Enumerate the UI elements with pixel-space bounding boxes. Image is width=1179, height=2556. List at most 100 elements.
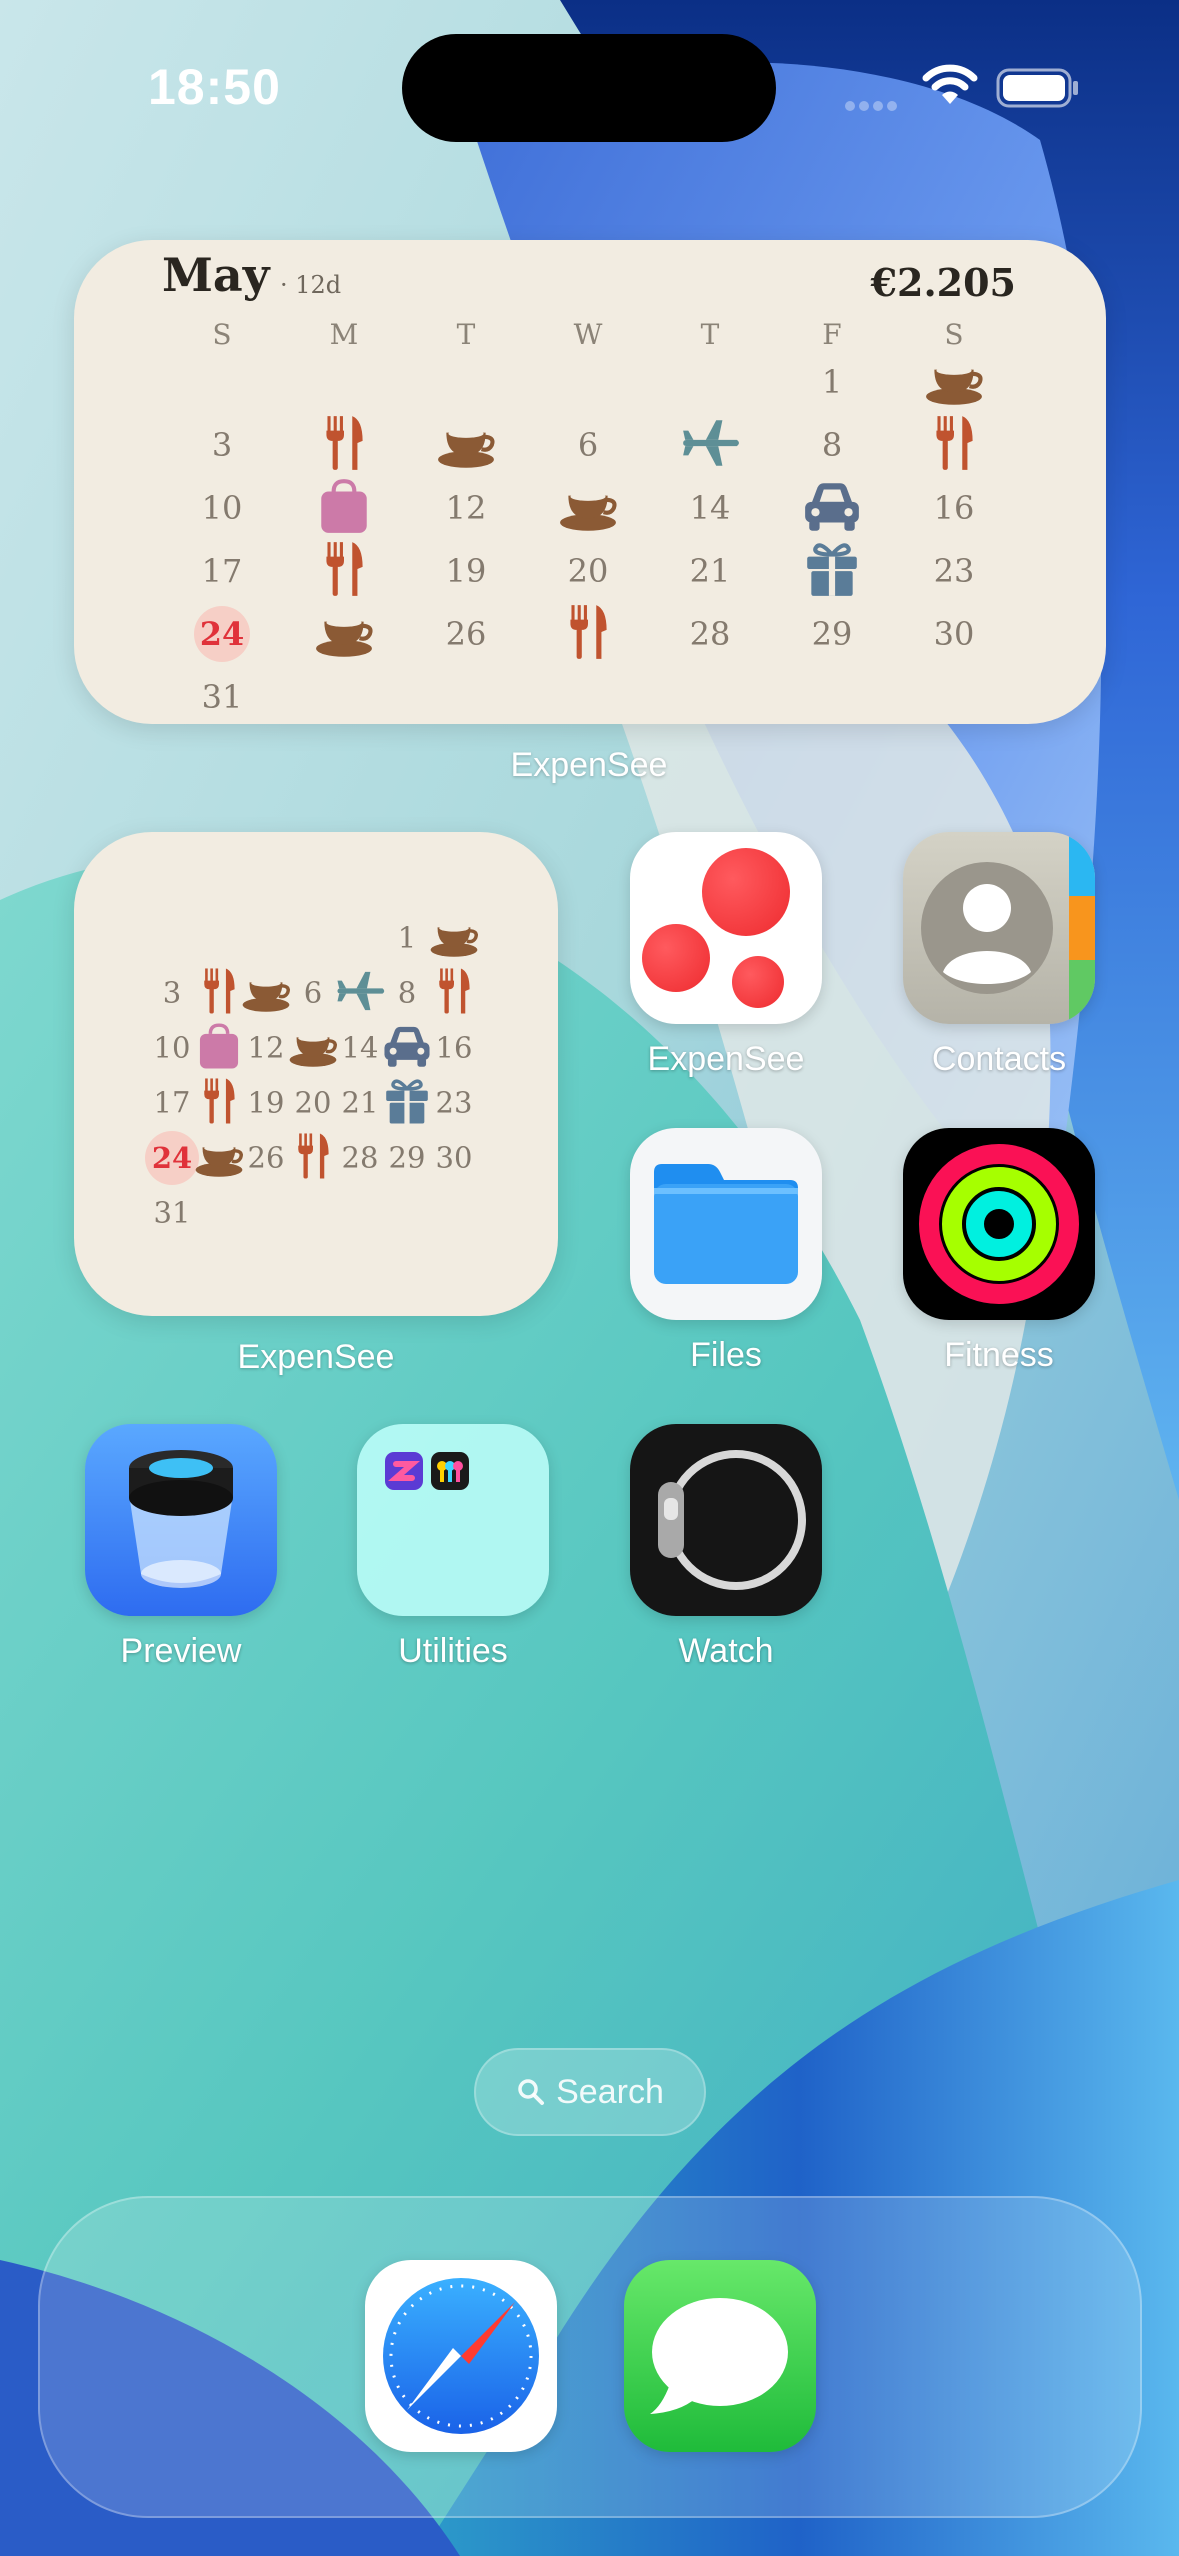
contacts-icon xyxy=(921,832,1095,1024)
calendar-day: 28 xyxy=(341,1140,379,1175)
app-label-utilities: Utilities xyxy=(398,1632,508,1670)
calendar-day: 30 xyxy=(435,1140,473,1175)
watch-icon xyxy=(658,1450,806,1590)
calendar-day: 29 xyxy=(388,1140,426,1175)
calendar-day: 20 xyxy=(567,552,609,590)
app-label-fitness: Fitness xyxy=(944,1336,1054,1374)
dynamic-island xyxy=(402,34,776,142)
calendar-day: 8 xyxy=(397,975,417,1010)
expensee-calendar-widget-small[interactable]: 1 3 6 8 10 12 14 16 17 19 20 21 23 24 26 28 29 30 31 xyxy=(74,832,558,1316)
loupe-icon xyxy=(129,1450,233,1588)
search-button[interactable]: Search xyxy=(474,2048,706,2136)
weekday-header: M xyxy=(329,318,359,351)
car-icon xyxy=(801,475,863,541)
calendar-day: 6 xyxy=(577,426,599,464)
folder-utilities[interactable] xyxy=(357,1424,549,1616)
folder-icon xyxy=(654,1164,798,1284)
coffee-icon xyxy=(923,349,985,415)
weekday-header: W xyxy=(573,318,603,351)
calendar-day: 1 xyxy=(821,363,843,401)
weekday-header: F xyxy=(822,318,842,351)
calendar-day: 26 xyxy=(247,1140,285,1175)
gift-icon xyxy=(381,1075,433,1131)
calendar-day: 10 xyxy=(201,489,243,527)
app-fitness[interactable] xyxy=(903,1128,1095,1320)
calendar-day: 30 xyxy=(933,615,975,653)
calendar-day: 8 xyxy=(821,426,843,464)
cellular-signal-icon xyxy=(845,96,901,115)
message-bubble-icon xyxy=(650,2298,788,2414)
widget-days-count: · 12d xyxy=(280,271,342,299)
weekday-header: T xyxy=(700,318,720,351)
expensee-calendar-widget-large[interactable]: May · 12d €2.205 S M T W T F S 1 3 6 8 10 12 14 16 17 19… xyxy=(74,240,1106,724)
calendar-day: 6 xyxy=(303,975,323,1010)
app-expensee[interactable] xyxy=(630,832,822,1024)
calendar-day: 17 xyxy=(153,1085,191,1120)
calendar-day: 28 xyxy=(689,615,731,653)
app-label-preview: Preview xyxy=(120,1632,242,1670)
widget-label-small: ExpenSee xyxy=(237,1338,395,1376)
calendar-day: 21 xyxy=(689,552,731,590)
coffee-icon xyxy=(428,910,480,966)
widget-total-amount: €2.205 xyxy=(870,260,1016,305)
gift-icon xyxy=(801,538,863,604)
weekday-header: S xyxy=(944,318,964,351)
app-watch[interactable] xyxy=(630,1424,822,1616)
app-contacts[interactable] xyxy=(903,832,1095,1024)
airplane-icon xyxy=(679,412,741,478)
widget-label-large: ExpenSee xyxy=(510,746,668,784)
calendar-day: 3 xyxy=(211,426,233,464)
airplane-icon xyxy=(334,965,386,1021)
calendar-day: 31 xyxy=(153,1195,191,1230)
coffee-icon xyxy=(557,475,619,541)
expensee-icon xyxy=(642,848,790,1008)
search-icon xyxy=(518,2079,545,2105)
calendar-day: 23 xyxy=(435,1085,473,1120)
fork-knife-icon xyxy=(557,601,619,667)
calendar-day: 19 xyxy=(247,1085,285,1120)
coffee-icon xyxy=(287,1020,339,1076)
calendar-day: 29 xyxy=(811,615,853,653)
coffee-icon xyxy=(240,965,292,1021)
status-time: 18:50 xyxy=(148,59,281,115)
calendar-day: 26 xyxy=(445,615,487,653)
widget-month-title: May xyxy=(162,248,270,302)
fork-knife-icon xyxy=(313,412,375,478)
calendar-day: 21 xyxy=(341,1085,379,1120)
app-label-expensee: ExpenSee xyxy=(647,1040,805,1078)
utilities-folder-icon xyxy=(385,1452,469,1490)
calendar-day-today: 24 xyxy=(145,1131,199,1185)
calendar-day: 10 xyxy=(153,1030,191,1065)
fork-knife-icon xyxy=(313,538,375,604)
calendar-day: 31 xyxy=(201,678,243,716)
battery-icon xyxy=(996,68,1082,112)
app-label-files: Files xyxy=(690,1336,762,1374)
calendar-day: 3 xyxy=(162,975,182,1010)
bag-icon xyxy=(313,475,375,541)
calendar-day: 12 xyxy=(445,489,487,527)
compass-icon xyxy=(383,2278,539,2434)
fork-knife-icon xyxy=(193,1075,245,1131)
calendar-day-today: 24 xyxy=(194,606,250,662)
bag-icon xyxy=(193,1020,245,1076)
activity-rings-icon xyxy=(919,1144,1079,1304)
app-files[interactable] xyxy=(630,1128,822,1320)
app-label-watch: Watch xyxy=(678,1632,774,1670)
calendar-day: 20 xyxy=(294,1085,332,1120)
calendar-day: 19 xyxy=(445,552,487,590)
dock-app-messages[interactable] xyxy=(624,2260,816,2452)
dock xyxy=(38,2196,1142,2518)
wifi-icon xyxy=(922,64,978,110)
calendar-day: 16 xyxy=(933,489,975,527)
weekday-header: S xyxy=(212,318,232,351)
app-preview[interactable] xyxy=(85,1424,277,1616)
fork-knife-icon xyxy=(428,965,480,1021)
calendar-day: 23 xyxy=(933,552,975,590)
car-icon xyxy=(381,1020,433,1076)
calendar-day: 12 xyxy=(247,1030,285,1065)
calendar-day: 17 xyxy=(201,552,243,590)
fork-knife-icon xyxy=(287,1130,339,1186)
calendar-day: 14 xyxy=(341,1030,379,1065)
calendar-day: 1 xyxy=(397,920,417,955)
dock-app-safari[interactable] xyxy=(365,2260,557,2452)
